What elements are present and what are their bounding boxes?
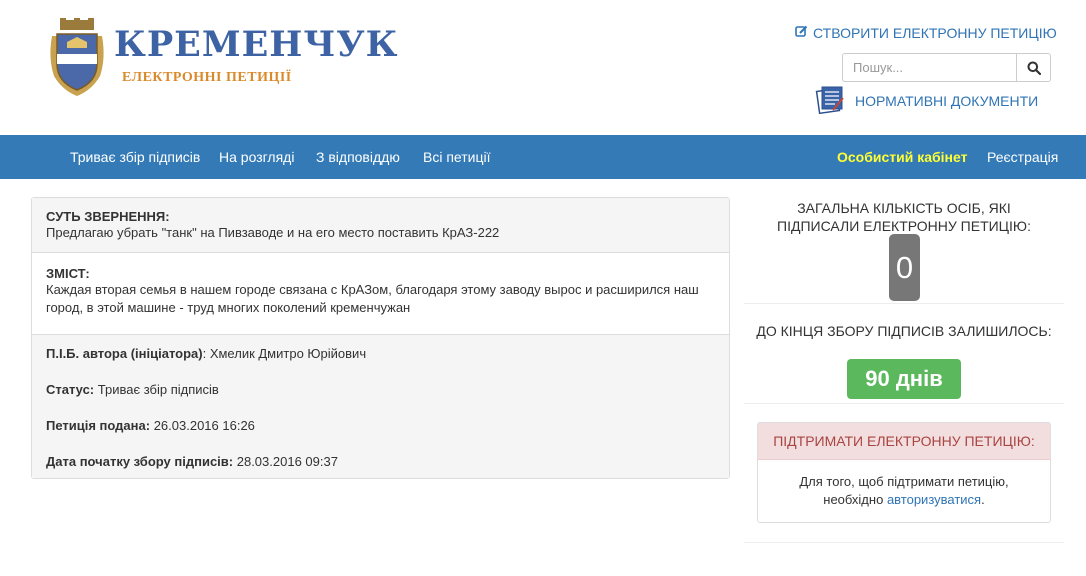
divider: [744, 303, 1064, 304]
start-date-row: Дата початку збору підписів: 28.03.2016 …: [46, 453, 715, 489]
submitted-value: 26.03.2016 16:26: [153, 418, 255, 433]
author-value: Хмелик Дмитро Юрійович: [209, 346, 367, 361]
submitted-row: Петиція подана: 26.03.2016 16:26: [46, 417, 715, 453]
remaining-title: ДО КІНЦЯ ЗБОРУ ПІДПИСІВ ЗАЛИШИЛОСЬ:: [756, 323, 1052, 339]
search-icon: [1027, 61, 1041, 75]
summary-text: Предлагаю убрать "танк" на Пивзаводе и н…: [46, 225, 500, 240]
nav-personal-cabinet[interactable]: Особистий кабінет: [837, 135, 967, 179]
content-label: ЗМІСТ:: [46, 266, 90, 281]
search-form: [842, 53, 1051, 82]
create-petition-label: СТВОРИТИ ЕЛЕКТРОННУ ПЕТИЦІЮ: [813, 25, 1057, 41]
edit-icon: [795, 25, 808, 41]
support-petition-box: ПІДТРИМАТИ ЕЛЕКТРОННУ ПЕТИЦІЮ: Для того,…: [757, 422, 1051, 523]
start-date-value: 28.03.2016 09:37: [236, 454, 338, 469]
petition-content-section: ЗМІСТ: Каждая вторая семья в нашем город…: [32, 253, 729, 335]
support-title: ПІДТРИМАТИ ЕЛЕКТРОННУ ПЕТИЦІЮ:: [758, 423, 1050, 460]
remaining-days-badge: 90 днів: [847, 359, 961, 399]
authorize-link[interactable]: авторизуватися: [887, 492, 981, 507]
create-petition-link[interactable]: СТВОРИТИ ЕЛЕКТРОННУ ПЕТИЦІЮ: [795, 25, 1057, 41]
nav-under-review[interactable]: На розгляді: [219, 135, 294, 179]
submitted-label: Петиція подана:: [46, 418, 151, 433]
signers-count-badge: 0: [889, 234, 920, 301]
signers-block: ЗАГАЛЬНА КІЛЬКІСТЬ ОСІБ, ЯКІ ПІДПИСАЛИ Е…: [744, 199, 1064, 235]
support-text-end: .: [981, 492, 985, 507]
documents-link[interactable]: НОРМАТИВНІ ДОКУМЕНТИ: [815, 84, 1038, 117]
search-button[interactable]: [1016, 53, 1051, 82]
petition-summary-section: СУТЬ ЗВЕРНЕННЯ: Предлагаю убрать "танк" …: [32, 198, 729, 253]
petition-panel: СУТЬ ЗВЕРНЕННЯ: Предлагаю убрать "танк" …: [31, 197, 730, 479]
nav-collecting[interactable]: Триває збір підписів: [70, 135, 200, 179]
documents-icon: [815, 84, 845, 117]
signers-title: ЗАГАЛЬНА КІЛЬКІСТЬ ОСІБ, ЯКІ ПІДПИСАЛИ Е…: [777, 200, 1031, 234]
status-value: Триває збір підписів: [97, 382, 219, 397]
logo-title: КРЕМЕНЧУК: [114, 24, 399, 65]
status-label: Статус:: [46, 382, 95, 397]
coat-of-arms-icon: [50, 18, 104, 96]
nav-answered[interactable]: З відповіддю: [316, 135, 400, 179]
petition-meta-section: П.І.Б. автора (ініціатора): Хмелик Дмитр…: [32, 335, 729, 478]
support-message: Для того, щоб підтримати петицію, необхі…: [758, 460, 1050, 522]
start-date-label: Дата початку збору підписів:: [46, 454, 234, 469]
site-logo[interactable]: КРЕМЕНЧУК ЕЛЕКТРОННІ ПЕТИЦІЇ: [48, 18, 398, 98]
search-input[interactable]: [842, 53, 1016, 82]
logo-subtitle: ЕЛЕКТРОННІ ПЕТИЦІЇ: [122, 70, 292, 85]
nav-register[interactable]: Реєстрація: [987, 135, 1058, 179]
content-text: Каждая вторая семья в нашем городе связа…: [46, 282, 699, 315]
author-row: П.І.Б. автора (ініціатора): Хмелик Дмитр…: [46, 346, 367, 361]
divider: [744, 403, 1064, 404]
summary-label: СУТЬ ЗВЕРНЕННЯ:: [46, 209, 170, 224]
documents-label: НОРМАТИВНІ ДОКУМЕНТИ: [855, 92, 1039, 109]
status-row: Статус: Триває збір підписів: [46, 381, 715, 417]
main-navbar: Триває збір підписів На розгляді З відпо…: [0, 135, 1086, 179]
nav-all-petitions[interactable]: Всі петиції: [423, 135, 491, 179]
divider: [744, 542, 1064, 543]
site-header: КРЕМЕНЧУК ЕЛЕКТРОННІ ПЕТИЦІЇ СТВОРИТИ ЕЛ…: [0, 0, 1086, 135]
author-label: П.І.Б. автора (ініціатора): [46, 346, 203, 361]
remaining-block: ДО КІНЦЯ ЗБОРУ ПІДПИСІВ ЗАЛИШИЛОСЬ:: [744, 322, 1064, 340]
